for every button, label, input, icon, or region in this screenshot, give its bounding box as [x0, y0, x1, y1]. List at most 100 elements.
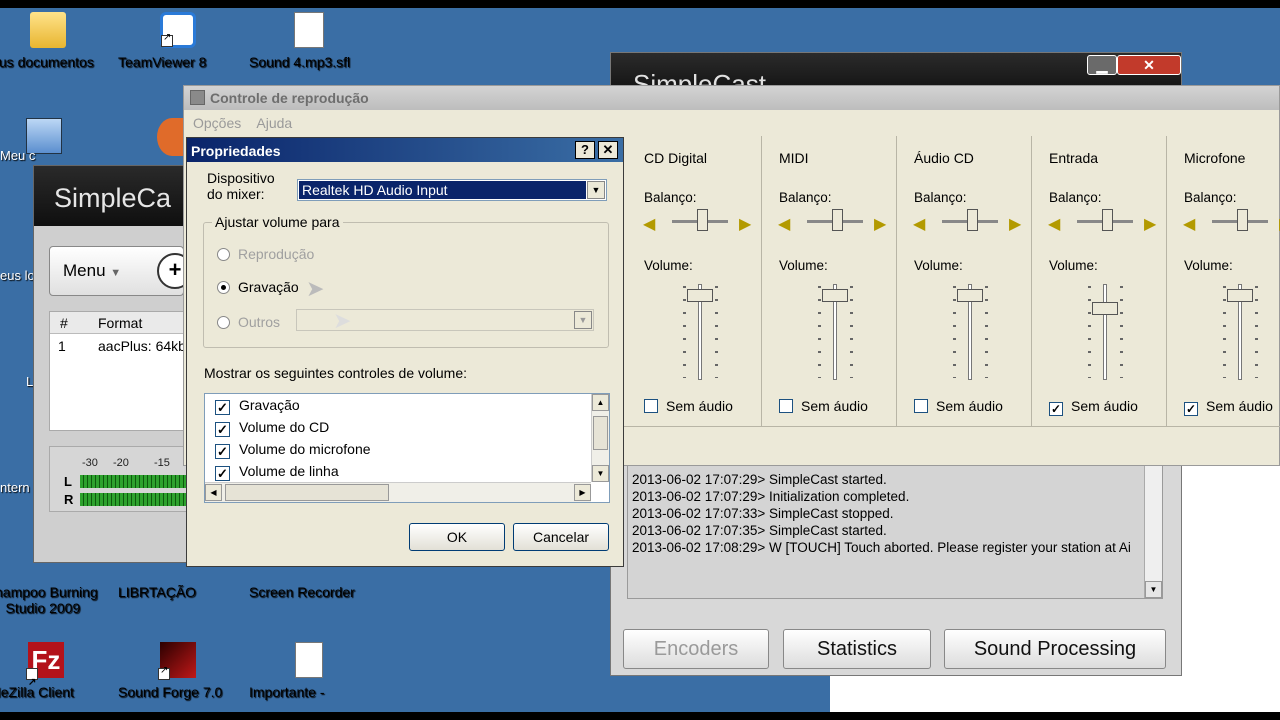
channel-name: Microfone	[1184, 150, 1246, 166]
volume-ticks	[953, 286, 956, 378]
volume-slider-track[interactable]	[1103, 284, 1107, 380]
scroll-thumb[interactable]	[593, 416, 608, 450]
dialog-title: Propriedades	[191, 143, 281, 159]
volume-slider-thumb[interactable]	[1092, 302, 1118, 315]
volume-slider-thumb[interactable]	[822, 289, 848, 302]
list-item[interactable]: ✓ Volume de linha	[215, 463, 339, 481]
radio-icon	[217, 316, 230, 329]
scroll-up-icon[interactable]: ▲	[592, 394, 609, 411]
volume-label: Volume:	[914, 258, 963, 273]
channel-name: CD Digital	[644, 150, 708, 166]
minimize-button[interactable]: ▁	[1087, 55, 1117, 75]
speaker-right-icon: ▶	[1009, 216, 1022, 233]
mixer-device-select[interactable]: Realtek HD Audio Input ▼	[297, 179, 607, 201]
volume-slider-thumb[interactable]	[957, 289, 983, 302]
checkbox-icon[interactable]	[779, 399, 793, 413]
speaker-left-icon: ◀	[1048, 216, 1061, 233]
desktop-icon-partial[interactable]: eus lo	[0, 268, 35, 283]
checkbox-checked-icon[interactable]: ✓	[215, 400, 230, 415]
volume-label: Volume:	[644, 258, 693, 273]
scroll-down-icon[interactable]: ▼	[1145, 581, 1162, 598]
mixer-device-value: Realtek HD Audio Input	[299, 181, 586, 199]
shortcut-arrow-icon	[158, 665, 170, 680]
checkbox-checked-icon[interactable]: ✓	[215, 422, 230, 437]
channel-strip: Áudio CD Balanço: ◀ ▶ Volume: Sem áudio	[897, 136, 1032, 426]
help-button[interactable]: ?	[575, 141, 595, 159]
shortcut-arrow-icon	[26, 665, 38, 701]
list-item[interactable]: ✓ Gravação	[215, 397, 300, 415]
log-scrollbar[interactable]: ▼	[1144, 466, 1162, 598]
list-header: # Format	[50, 312, 193, 334]
radio-label: Reprodução	[238, 246, 315, 262]
desktop-icon-filezilla[interactable]: Fz FileZilla Client	[0, 642, 106, 701]
volume-ticks	[715, 286, 718, 378]
desktop-icon-sound-forge[interactable]: Sound Forge 7.0	[118, 642, 238, 700]
radio-outros[interactable]: Outros	[217, 314, 280, 330]
scroll-down-icon[interactable]: ▼	[592, 465, 609, 482]
checkbox-icon[interactable]	[644, 399, 658, 413]
balance-slider-thumb[interactable]	[967, 209, 978, 231]
balance-slider-thumb[interactable]	[1102, 209, 1113, 231]
radio-reproducao[interactable]: Reprodução	[217, 246, 314, 262]
log-line: 2013-06-02 17:07:29> SimpleCast started.	[632, 472, 887, 487]
dialog-title-bar: Propriedades	[187, 138, 623, 162]
desktop-icon-importante[interactable]: Importante -	[249, 642, 369, 700]
mute-checkbox[interactable]: ✓ Sem áudio	[1049, 398, 1138, 416]
balance-slider-thumb[interactable]	[832, 209, 843, 231]
volume-slider-thumb[interactable]	[687, 289, 713, 302]
list-item[interactable]: ✓ Volume do CD	[215, 419, 329, 437]
chevron-down-icon[interactable]: ▼	[587, 181, 605, 199]
checkbox-checked-icon[interactable]: ✓	[1184, 402, 1198, 416]
properties-dialog: Propriedades ? ✕ Dispositivo do mixer: R…	[186, 137, 624, 567]
speaker-right-icon: ▶	[739, 216, 752, 233]
balance-slider-thumb[interactable]	[1237, 209, 1248, 231]
volume-ticks	[1223, 286, 1226, 378]
close-button[interactable]: ✕	[598, 141, 618, 159]
simplecast-back-window: SimpleCa Menu ▼ + # Format 1 aacPlus: 64…	[33, 165, 195, 563]
desktop-icon-partial[interactable]: ntern	[0, 480, 30, 495]
volume-ticks	[1255, 286, 1258, 378]
checkbox-checked-icon[interactable]: ✓	[215, 466, 230, 481]
vertical-scrollbar[interactable]: ▲ ▼	[591, 394, 609, 482]
balance-label: Balanço:	[644, 190, 697, 205]
volume-ticks	[1088, 286, 1091, 378]
mute-checkbox[interactable]: ✓ Sem áudio	[1184, 398, 1273, 416]
mute-checkbox[interactable]: Sem áudio	[914, 398, 1003, 414]
close-button[interactable]: ✕	[1117, 55, 1181, 75]
radio-label: Gravação	[238, 279, 299, 295]
column-header[interactable]: Format	[98, 315, 142, 331]
tab-encoders[interactable]: Encoders	[623, 629, 769, 669]
desktop-icon-sound-file[interactable]: Sound 4.mp3.sfl	[249, 12, 369, 70]
channel-strip: MicrofoneBalanço:◀▶Volume:✓Sem áudio	[1167, 136, 1280, 426]
tab-sound-processing[interactable]: Sound Processing	[944, 629, 1166, 669]
speaker-app-icon	[190, 90, 205, 105]
mute-checkbox[interactable]: Sem áudio	[644, 398, 733, 414]
list-item-label: Gravação	[239, 397, 300, 413]
channel-name: Áudio CD	[914, 150, 974, 166]
desktop-icon-my-computer[interactable]: Meu c	[0, 118, 62, 163]
checkbox-checked-icon[interactable]: ✓	[215, 444, 230, 459]
cancel-button[interactable]: Cancelar	[513, 523, 609, 551]
desktop-icon-label: shampoo Burning Studio 2009	[0, 584, 98, 616]
tab-statistics[interactable]: Statistics	[783, 629, 931, 669]
radio-gravacao[interactable]: Gravação	[217, 279, 299, 295]
scroll-thumb[interactable]	[225, 484, 389, 501]
menu-item-ajuda[interactable]: Ajuda	[256, 115, 292, 131]
horizontal-scrollbar[interactable]: ◀ ▶	[205, 482, 591, 502]
column-header[interactable]: #	[60, 315, 68, 331]
scroll-right-icon[interactable]: ▶	[574, 484, 591, 501]
mute-label: Sem áudio	[666, 398, 733, 414]
mute-checkbox[interactable]: Sem áudio	[779, 398, 868, 414]
list-item[interactable]: ✓ Volume do microfone	[215, 441, 371, 459]
checkbox-icon[interactable]	[914, 399, 928, 413]
ok-button[interactable]: OK	[409, 523, 505, 551]
desktop-icon-my-documents[interactable]: leus documentos	[0, 12, 108, 70]
cursor-icon: ➤	[333, 308, 352, 333]
scroll-left-icon[interactable]: ◀	[205, 484, 222, 501]
volume-slider-thumb[interactable]	[1227, 289, 1253, 302]
balance-slider-thumb[interactable]	[697, 209, 708, 231]
desktop-icon-teamviewer[interactable]: TeamViewer 8	[118, 12, 238, 70]
menu-item-opcoes[interactable]: Opções	[193, 115, 241, 131]
chevron-down-icon[interactable]: ▼	[574, 311, 592, 329]
checkbox-checked-icon[interactable]: ✓	[1049, 402, 1063, 416]
